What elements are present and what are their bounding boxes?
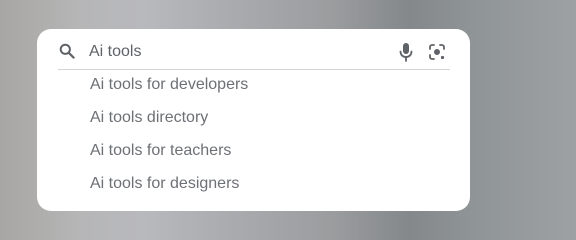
suggestion-item[interactable]: Ai tools for developers <box>37 70 470 103</box>
lens-icon[interactable] <box>428 43 446 61</box>
search-card: Ai tools for developers Ai tools directo… <box>37 29 470 211</box>
suggestion-item[interactable]: Ai tools for designers <box>37 169 470 202</box>
suggestion-item[interactable]: Ai tools directory <box>37 103 470 136</box>
suggestion-item[interactable]: Ai tools for teachers <box>37 136 470 169</box>
search-icon[interactable] <box>59 43 75 59</box>
search-bar[interactable] <box>37 29 470 70</box>
mic-icon[interactable] <box>398 42 414 62</box>
suggestion-list: Ai tools for developers Ai tools directo… <box>37 70 470 202</box>
search-input[interactable] <box>89 41 379 63</box>
